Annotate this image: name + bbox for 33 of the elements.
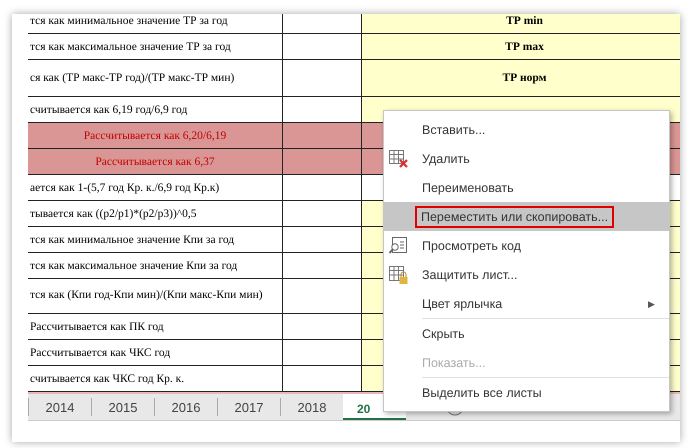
description-cell: тся как максимальное значение Кпи за год bbox=[28, 253, 283, 278]
menu-item[interactable]: Удалить bbox=[384, 144, 669, 173]
delete-sheet-icon bbox=[388, 148, 410, 168]
protect-sheet-icon bbox=[388, 264, 410, 284]
menu-item[interactable]: Цвет ярлычка ▶ bbox=[384, 289, 669, 318]
description-cell: Рассчитывается как 6,20/6,19 bbox=[28, 123, 283, 148]
sheet-tab[interactable]: 2017 bbox=[217, 398, 280, 416]
menu-item[interactable]: Вставить... bbox=[384, 115, 669, 144]
description-cell: тся как минимальное значение ТР за год bbox=[28, 14, 283, 33]
sheet-tab[interactable]: 2014 bbox=[28, 398, 91, 416]
description-cell: ся как (ТР макс-ТР год)/(ТР макс-ТР мин) bbox=[28, 60, 283, 96]
description-cell: тся как минимальное значение Кпи за год bbox=[28, 227, 283, 252]
description-cell: Рассчитывается как ПК год bbox=[28, 314, 283, 339]
description-cell: Рассчитывается как 6,37 bbox=[28, 149, 283, 174]
menu-item[interactable]: Скрыть bbox=[384, 319, 669, 348]
sheet-tab[interactable]: 2015 bbox=[91, 398, 154, 416]
description-cell: Рассчитывается как ЧКС год bbox=[28, 340, 283, 365]
value-cell: ТР max bbox=[362, 34, 680, 59]
menu-item[interactable]: Защитить лист... bbox=[384, 260, 669, 289]
submenu-arrow: ▶ bbox=[648, 298, 655, 308]
view-code-icon bbox=[388, 236, 410, 256]
description-cell: тся как максимальное значение ТР за год bbox=[28, 34, 283, 59]
description-cell: ается как 1-(5,7 год Кр. к./6,9 год Кр.к) bbox=[28, 175, 283, 200]
menu-item[interactable]: Переименовать bbox=[384, 173, 669, 202]
value-cell: ТР норм bbox=[362, 60, 680, 96]
menu-item[interactable]: Переместить или скопировать... bbox=[384, 202, 669, 231]
description-cell: тся как (Кпи год-Кпи мин)/(Кпи макс-Кпи мин) bbox=[28, 279, 283, 313]
description-cell: считывается как ЧКС год Кр. к. bbox=[28, 366, 283, 391]
menu-item[interactable]: Просмотреть код bbox=[384, 231, 669, 260]
description-cell: тывается как ((p2/p1)*(p2/p3))^0,5 bbox=[28, 201, 283, 226]
value-cell: ТР min bbox=[362, 14, 680, 33]
description-cell: считывается как 6,19 год/6,9 год bbox=[28, 97, 283, 122]
sheet-tab[interactable]: 2016 bbox=[154, 398, 217, 416]
